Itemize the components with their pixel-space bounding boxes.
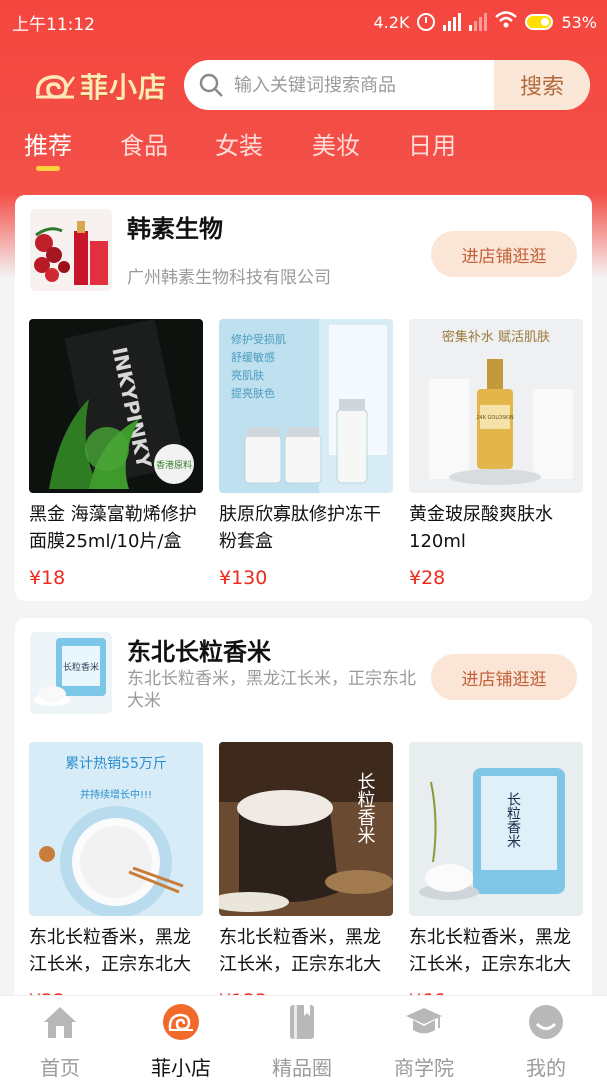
search-button[interactable]: 搜索: [494, 60, 590, 110]
product-image[interactable]: 累计热销55万斤 并持续增长中!!!: [29, 742, 203, 916]
product-card[interactable]: 长粒香米 东北长粒香米，黑龙江长米，正宗东北大 ¥122: [219, 742, 393, 1012]
product-title: 黑金 海藻富勒烯修护面膜25ml/10片/盒: [29, 504, 197, 552]
signal-hd-icon: [443, 13, 462, 31]
product-image[interactable]: INKYPINKY 香港原料: [29, 319, 203, 493]
product-bottle-label: 24K GOLDSKIN: [476, 415, 514, 421]
nav-label: 商学院: [394, 1056, 454, 1080]
search-bar[interactable]: 搜索: [184, 60, 590, 110]
search-icon: [199, 73, 223, 97]
battery-icon: [525, 14, 554, 30]
svg-text:长粒香米: 长粒香米: [63, 661, 99, 673]
product-image-subcaption: 并持续增长中!!!: [80, 788, 152, 801]
product-price: ¥18: [29, 567, 66, 589]
nav-label: 精品圈: [272, 1056, 332, 1080]
book-icon: [290, 1005, 314, 1039]
product-title: 东北长粒香米，黑龙江长米，正宗东北大: [219, 927, 381, 975]
tab-active-indicator: [36, 166, 60, 171]
product-image-caption: 密集补水 赋活肌肤: [442, 329, 550, 345]
product-price: ¥28: [409, 567, 446, 589]
wifi-icon: [495, 10, 518, 34]
alarm-clock-icon: [417, 13, 436, 31]
nav-feixiaodian[interactable]: 菲小店: [126, 1002, 236, 1080]
product-title: 肤原欣寡肽修护冻干粉套盒: [219, 504, 381, 552]
network-speed: 4.2K: [373, 12, 410, 32]
nav-home[interactable]: 首页: [5, 1002, 115, 1080]
nav-profile[interactable]: 我的: [491, 1002, 601, 1080]
category-tabs: 推荐 食品 女装 美妆 日用: [0, 126, 607, 174]
store-name[interactable]: 东北长粒香米: [127, 632, 271, 667]
product-image[interactable]: 长粒香米: [219, 742, 393, 916]
product-image-line: 提亮肤色: [231, 386, 275, 400]
nav-business-school[interactable]: 商学院: [369, 1002, 479, 1080]
snail-logo-icon: [36, 75, 76, 99]
signal-weak-icon: [469, 13, 488, 31]
tab-daily-goods[interactable]: 日用: [408, 126, 456, 161]
graduation-cap-icon: [406, 1008, 442, 1034]
product-image-caption: 长粒香米: [355, 772, 376, 844]
store-thumbnail[interactable]: 长粒香米: [30, 632, 112, 714]
product-image-caption: 长粒香米: [505, 792, 521, 848]
nav-label: 我的: [526, 1056, 566, 1080]
product-card[interactable]: INKYPINKY 香港原料 黑金 海藻富勒烯修护面膜25ml/10片/盒 ¥1…: [29, 319, 203, 589]
status-icons: 4.2K 53%: [373, 10, 597, 34]
search-input[interactable]: [224, 60, 494, 110]
store-thumbnail[interactable]: [30, 209, 112, 291]
status-time: 上午11:12: [12, 14, 95, 35]
bottom-navigation: 首页 菲小店 精品圈 商学院 我的: [0, 995, 607, 1080]
snail-shop-icon: [163, 1004, 199, 1040]
product-image[interactable]: 长粒香米: [409, 742, 583, 916]
product-image[interactable]: 密集补水 赋活肌肤 24K GOLDSKIN: [409, 319, 583, 493]
product-image-line: 亮肌肤: [231, 368, 264, 382]
product-image-line: 舒缓敏感: [231, 350, 275, 364]
store-card: 韩素生物 广州韩素生物科技有限公司 进店铺逛逛 INKYPINKY 香港原料 黑…: [15, 195, 592, 601]
product-price: ¥130: [219, 567, 268, 589]
product-title: 黄金玻尿酸爽肤水120ml: [409, 504, 553, 552]
product-card[interactable]: 长粒香米 东北长粒香米，黑龙江长米，正宗东北大 ¥66: [409, 742, 583, 1012]
tab-food[interactable]: 食品: [120, 126, 168, 161]
store-card: 长粒香米 东北长粒香米 东北长粒香米，黑龙江长米，正宗东北大米 进店铺逛逛 累计…: [15, 618, 592, 1018]
home-icon: [44, 1007, 76, 1038]
enter-store-button[interactable]: 进店铺逛逛: [431, 231, 577, 277]
tab-cosmetics[interactable]: 美妆: [312, 126, 360, 161]
product-card[interactable]: 累计热销55万斤 并持续增长中!!! 东北长粒香米，黑龙江长米，正宗东北大 ¥2…: [29, 742, 203, 1012]
nav-label: 首页: [40, 1056, 80, 1080]
logo-text: 菲小店: [80, 71, 168, 104]
tab-recommend[interactable]: 推荐: [24, 126, 72, 161]
store-name[interactable]: 韩素生物: [127, 209, 223, 244]
product-image[interactable]: 修护受损肌 舒缓敏感 亮肌肤 提亮肤色: [219, 319, 393, 493]
store-company: 广州韩素生物科技有限公司: [127, 268, 331, 288]
smiley-profile-icon: [529, 1005, 563, 1039]
product-card[interactable]: 密集补水 赋活肌肤 24K GOLDSKIN 黄金玻尿酸爽肤水120ml ¥28: [409, 319, 583, 589]
store-company: 东北长粒香米，黑龙江长米，正宗东北大米: [127, 669, 416, 711]
status-bar: 上午11:12 4.2K 53%: [0, 0, 607, 44]
battery-percent: 53%: [561, 12, 597, 32]
product-title: 东北长粒香米，黑龙江长米，正宗东北大: [409, 927, 571, 975]
product-card[interactable]: 修护受损肌 舒缓敏感 亮肌肤 提亮肤色 肤原欣寡肽修护冻干粉套盒 ¥130: [219, 319, 393, 589]
product-badge: 香港原料: [156, 459, 192, 471]
top-row: 菲小店 搜索: [0, 58, 607, 114]
nav-boutique-circle[interactable]: 精品圈: [247, 1002, 357, 1080]
product-image-caption: 累计热销55万斤: [65, 756, 167, 772]
product-image-line: 修护受损肌: [231, 332, 286, 346]
enter-store-button[interactable]: 进店铺逛逛: [431, 654, 577, 700]
nav-label: 菲小店: [151, 1056, 211, 1080]
tab-womens-clothing[interactable]: 女装: [215, 126, 263, 161]
product-title: 东北长粒香米，黑龙江长米，正宗东北大: [29, 927, 191, 975]
app-logo: 菲小店: [34, 66, 167, 106]
